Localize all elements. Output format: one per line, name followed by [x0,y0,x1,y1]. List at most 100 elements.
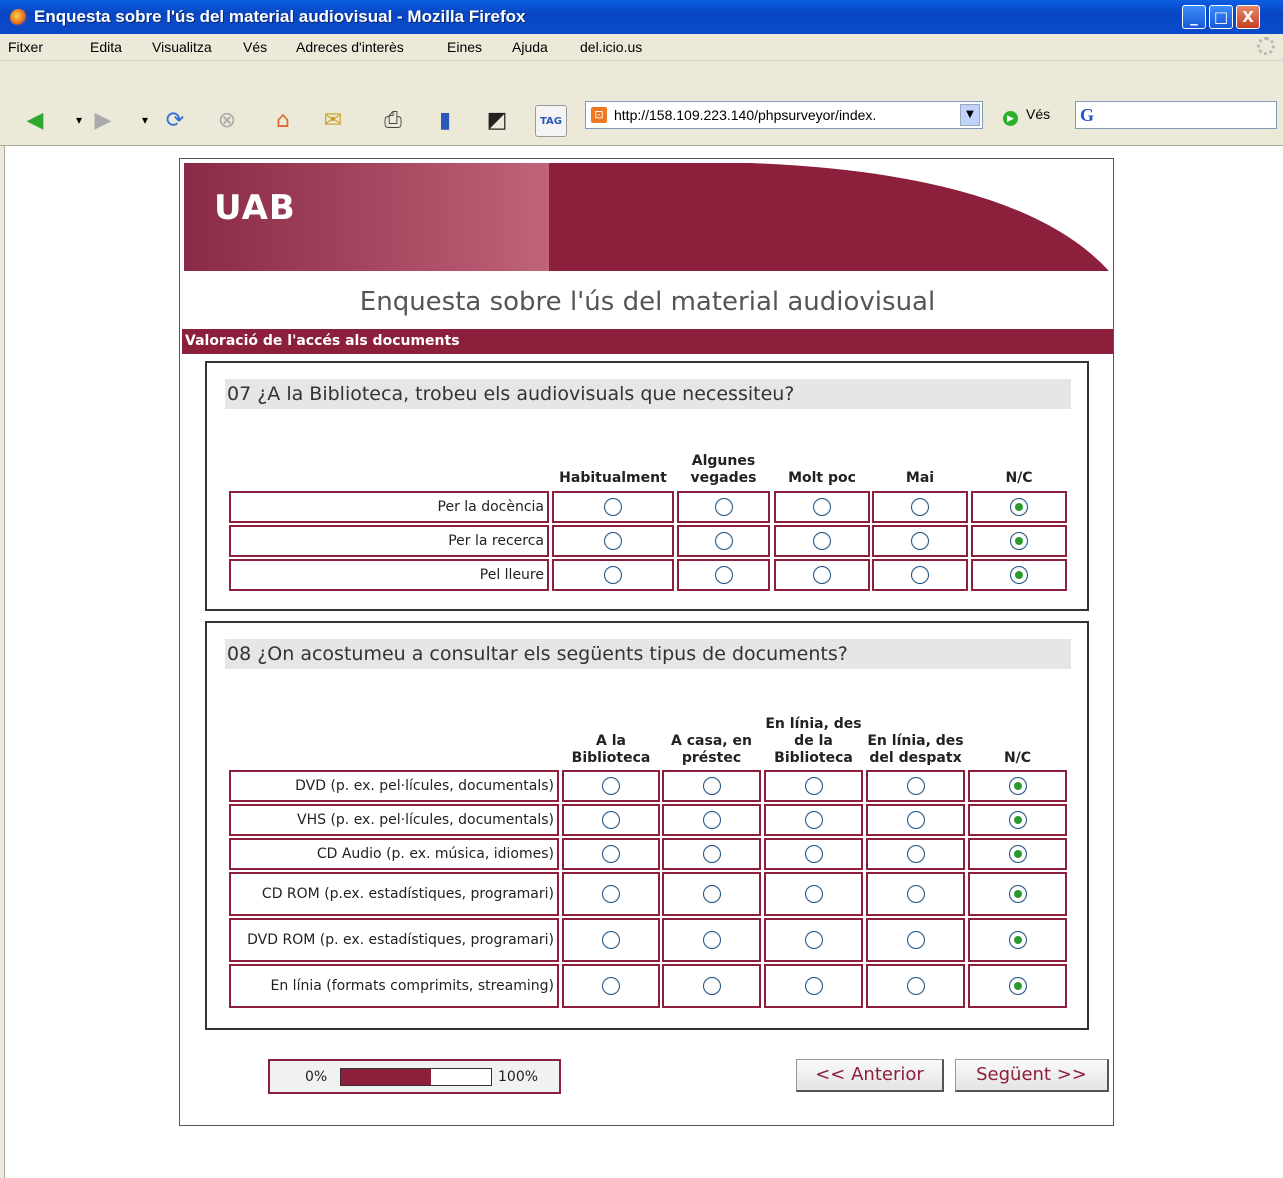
menu-delicious[interactable]: del.icio.us [580,39,642,55]
answer-radio[interactable] [804,977,823,995]
minimize-button[interactable]: _ [1182,5,1206,29]
next-button[interactable]: Següent >> [955,1059,1109,1092]
answer-radio[interactable] [714,498,733,516]
answer-radio[interactable] [906,977,925,995]
answer-cell [866,964,965,1008]
answer-radio[interactable] [911,566,929,584]
throbber-icon [1257,37,1275,55]
answer-radio[interactable] [1008,977,1027,995]
progress-start-label: 0% [305,1069,328,1085]
answer-radio[interactable] [906,885,925,903]
uab-banner: UAB [184,163,1109,271]
answer-radio[interactable] [602,811,620,829]
previous-button[interactable]: << Anterior [796,1059,944,1092]
answer-radio[interactable] [906,777,925,795]
answer-radio[interactable] [1010,566,1028,584]
answer-radio[interactable] [906,845,925,863]
answer-cell [774,525,870,557]
menu-fitxer[interactable]: Fitxer [8,39,43,55]
reload-icon[interactable]: ⟳ [160,105,190,135]
answer-cell [968,770,1067,802]
menu-adreces[interactable]: Adreces d'interès [296,39,404,55]
row-label: Pel lleure [229,559,549,591]
window-icon[interactable]: ◩ [482,105,512,135]
answer-radio[interactable] [1008,885,1027,903]
google-search-box[interactable]: G [1075,101,1277,129]
answer-radio[interactable] [1008,811,1027,829]
answer-radio[interactable] [813,498,831,516]
uab-logo: UAB [214,188,296,228]
answer-radio[interactable] [602,845,620,863]
section-header: Valoració de l'accés als documents [182,329,1113,354]
site-favicon-icon: ⊡ [591,107,607,123]
answer-radio[interactable] [1010,498,1028,516]
answer-radio[interactable] [702,777,721,795]
answer-cell [774,491,870,523]
mail-icon[interactable]: ✉ [318,105,348,135]
answer-radio[interactable] [804,777,823,795]
answer-radio[interactable] [813,532,831,550]
answer-cell [866,872,965,916]
forward-dropdown-icon[interactable]: ▾ [130,105,160,135]
answer-radio[interactable] [604,532,622,550]
answer-cell [562,838,660,870]
progress-end-label: 100% [498,1069,539,1085]
menu-ajuda[interactable]: Ajuda [512,39,548,55]
answer-cell [662,804,761,836]
answer-radio[interactable] [602,885,620,903]
answer-radio[interactable] [804,811,823,829]
answer-radio[interactable] [602,931,620,949]
url-text[interactable]: http://158.109.223.140/phpsurveyor/index… [614,107,944,123]
go-button[interactable]: ▶ Vés [1003,106,1050,126]
answer-cell [866,918,965,962]
answer-cell [764,804,863,836]
answer-radio[interactable] [906,931,925,949]
answer-radio[interactable] [1008,777,1027,795]
menu-visualitza[interactable]: Visualitza [152,39,212,55]
answer-cell [562,964,660,1008]
column-header: A la Biblioteca [571,733,651,766]
answer-radio[interactable] [702,885,721,903]
row-label: Per la docència [229,491,549,523]
answer-radio[interactable] [602,977,620,995]
answer-radio[interactable] [702,931,721,949]
close-button[interactable]: X [1236,5,1260,29]
maximize-button[interactable]: □ [1209,5,1233,29]
answer-radio[interactable] [804,885,823,903]
question-07: 07 ¿A la Biblioteca, trobeu els audiovis… [205,361,1089,611]
answer-radio[interactable] [804,845,823,863]
answer-radio[interactable] [702,845,721,863]
bookmarks-icon[interactable]: ▮ [430,105,460,135]
answer-radio[interactable] [1008,845,1027,863]
answer-radio[interactable] [813,566,831,584]
menu-edita[interactable]: Edita [90,39,122,55]
back-icon[interactable]: ◀ [20,105,50,135]
tag-icon[interactable]: TAG [535,105,567,137]
answer-radio[interactable] [702,811,721,829]
answer-radio[interactable] [1010,532,1028,550]
url-bar[interactable]: ⊡ http://158.109.223.140/phpsurveyor/ind… [585,101,983,129]
answer-radio[interactable] [604,566,622,584]
answer-radio[interactable] [906,811,925,829]
answer-radio[interactable] [604,498,622,516]
answer-radio[interactable] [702,977,721,995]
menu-bar: Fitxer Edita Visualitza Vés Adreces d'in… [0,34,1283,61]
answer-radio[interactable] [911,532,929,550]
question-08-title: 08 ¿On acostumeu a consultar els següent… [225,639,1071,669]
stop-icon[interactable]: ⊗ [212,105,242,135]
menu-ves[interactable]: Vés [243,39,267,55]
forward-icon[interactable]: ▶ [88,105,118,135]
answer-radio[interactable] [714,532,733,550]
answer-radio[interactable] [602,777,620,795]
column-header: A casa, en préstec [671,733,752,766]
print-icon[interactable]: ⎙ [378,105,408,135]
answer-radio[interactable] [911,498,929,516]
home-icon[interactable]: ⌂ [268,105,298,135]
menu-eines[interactable]: Eines [447,39,482,55]
answer-cell [764,918,863,962]
url-dropdown-icon[interactable]: ▼ [960,104,980,126]
answer-cell [971,491,1067,523]
answer-radio[interactable] [1008,931,1027,949]
answer-radio[interactable] [804,931,823,949]
answer-radio[interactable] [714,566,733,584]
